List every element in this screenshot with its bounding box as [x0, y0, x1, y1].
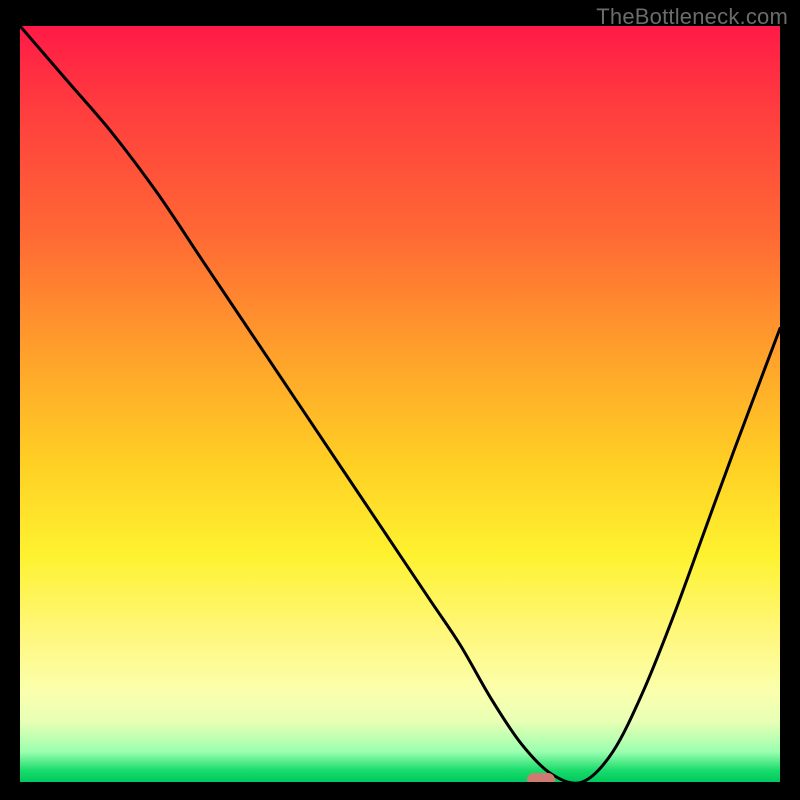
- optimum-marker: [527, 773, 555, 782]
- chart-frame: TheBottleneck.com: [0, 0, 800, 800]
- bottleneck-curve: [20, 26, 780, 782]
- watermark-text: TheBottleneck.com: [596, 4, 788, 30]
- curve-path: [20, 26, 780, 782]
- plot-area: [20, 26, 780, 782]
